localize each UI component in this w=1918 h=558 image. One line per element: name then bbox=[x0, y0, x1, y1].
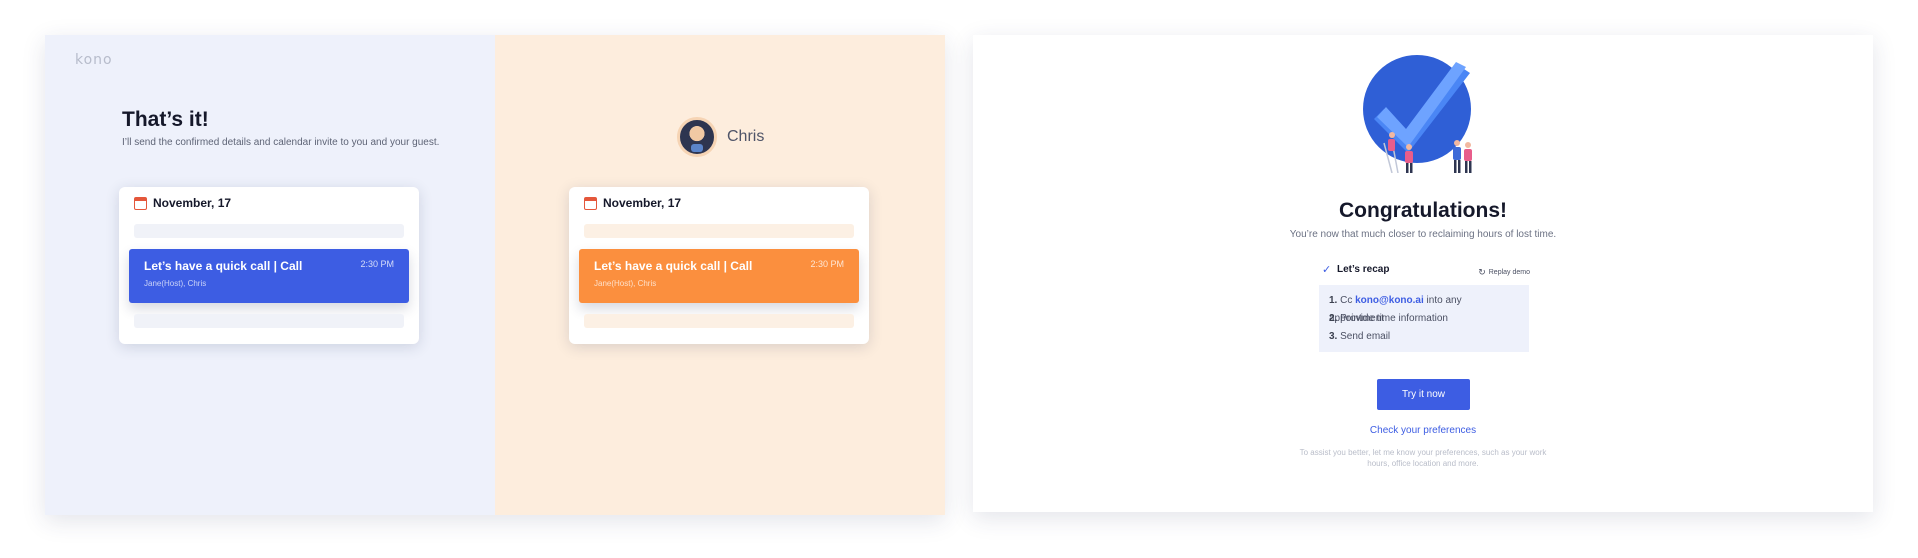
event-attendees: Jane(Host), Chris bbox=[594, 279, 657, 288]
preferences-link-row: Check your preferences bbox=[973, 425, 1873, 436]
recap-item-number: 1. bbox=[1329, 295, 1338, 306]
recap-item-text: Cc bbox=[1340, 295, 1356, 306]
recap-item-text: Send email bbox=[1340, 331, 1391, 342]
onboarding-confirmation-frame: kono That’s it! I’ll send the confirmed … bbox=[45, 35, 945, 515]
calendar-event[interactable]: Let’s have a quick call | Call 2:30 PM J… bbox=[129, 249, 409, 303]
calendar-header: November, 17 bbox=[134, 196, 231, 210]
recap-header: ✓ Let’s recap ↻ Replay demo bbox=[1320, 262, 1530, 282]
congratulations-frame: Congratulations! You’re now that much cl… bbox=[973, 35, 1873, 512]
recap-item-text: Provide time information bbox=[1340, 313, 1448, 324]
check-icon: ✓ bbox=[1322, 264, 1332, 276]
empty-slot bbox=[584, 314, 854, 328]
recap-item: 2. Provide time information bbox=[1329, 310, 1519, 328]
empty-slot bbox=[584, 224, 854, 238]
event-title: Let’s have a quick call | Call bbox=[594, 259, 753, 273]
try-it-now-button[interactable]: Try it now bbox=[1377, 379, 1470, 410]
empty-slot bbox=[134, 224, 404, 238]
check-preferences-link[interactable]: Check your preferences bbox=[1370, 425, 1476, 436]
guest-pane: Chris November, 17 Let’s have a quick ca… bbox=[495, 35, 945, 515]
calendar-event[interactable]: Let’s have a quick call | Call 2:30 PM J… bbox=[579, 249, 859, 303]
recap-list: 1. Cc kono@kono.ai into any appointment … bbox=[1319, 285, 1529, 352]
recap-item: 3. Send email bbox=[1329, 328, 1519, 346]
kono-logo: kono bbox=[75, 52, 113, 68]
empty-slot bbox=[134, 314, 404, 328]
checkmark-illustration bbox=[1363, 55, 1472, 173]
replay-demo-button[interactable]: ↻ Replay demo bbox=[1478, 267, 1530, 278]
page-subtitle: I’ll send the confirmed details and cale… bbox=[122, 137, 440, 148]
event-attendees: Jane(Host), Chris bbox=[144, 279, 207, 288]
event-time: 2:30 PM bbox=[810, 259, 844, 269]
calendar-date: November, 17 bbox=[153, 196, 232, 210]
recap-item-number: 2. bbox=[1329, 313, 1338, 324]
event-title: Let’s have a quick call | Call bbox=[144, 259, 303, 273]
host-calendar-card: November, 17 Let’s have a quick call | C… bbox=[119, 187, 419, 344]
assist-note: To assist you better, let me know your p… bbox=[1299, 448, 1547, 468]
replay-demo-label: Replay demo bbox=[1488, 269, 1530, 276]
recap-label: Let’s recap bbox=[1337, 264, 1390, 275]
kono-email-link[interactable]: kono@kono.ai bbox=[1355, 295, 1424, 306]
replay-icon: ↻ bbox=[1478, 267, 1486, 277]
event-time: 2:30 PM bbox=[360, 259, 394, 269]
congratulations-title: Congratulations! bbox=[1339, 199, 1507, 222]
calendar-date: November, 17 bbox=[603, 196, 682, 210]
guest-calendar-card: November, 17 Let’s have a quick call | C… bbox=[569, 187, 869, 344]
congratulations-subtitle: You’re now that much closer to reclaimin… bbox=[1289, 229, 1557, 240]
calendar-header: November, 17 bbox=[584, 196, 681, 210]
guest-name: Chris bbox=[727, 128, 765, 145]
calendar-icon bbox=[584, 196, 597, 210]
recap-item: 1. Cc kono@kono.ai into any appointment bbox=[1329, 292, 1519, 324]
calendar-icon bbox=[134, 196, 147, 210]
host-pane: kono That’s it! I’ll send the confirmed … bbox=[45, 35, 495, 515]
guest-avatar bbox=[677, 117, 717, 157]
page-title: That’s it! bbox=[122, 108, 209, 131]
recap-item-number: 3. bbox=[1329, 331, 1338, 342]
guest-identity: Chris bbox=[677, 117, 764, 157]
